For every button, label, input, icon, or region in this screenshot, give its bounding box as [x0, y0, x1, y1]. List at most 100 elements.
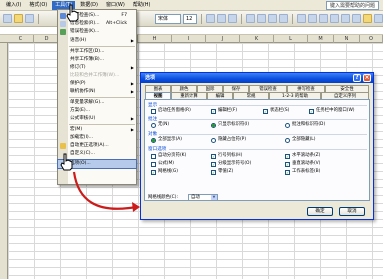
radio-comments-none[interactable]: 无(N)	[151, 122, 169, 128]
borders-icon[interactable]	[352, 14, 361, 23]
checkbox-windows-in-taskbar[interactable]: ✓ 任务栏中的窗口(W)	[309, 108, 355, 114]
menu-item-label: 错误检查(K)...	[70, 29, 100, 34]
tab-chart[interactable]: 图表	[145, 85, 171, 92]
checkbox-sheet-tabs[interactable]: ✓ 工作表标签(B)	[285, 169, 320, 175]
bold-icon[interactable]	[206, 14, 215, 23]
column-header[interactable]: N	[334, 35, 360, 43]
menu-item-compare-merge[interactable]: 比较和合并工作簿(W)...	[58, 72, 136, 80]
percent-icon[interactable]	[308, 14, 317, 23]
checkbox-status-bar[interactable]: ✓ 状态栏(S)	[263, 108, 289, 114]
chevron-down-icon[interactable]: ▼	[211, 195, 217, 200]
tab-error-checking[interactable]: 错误检查	[249, 85, 287, 92]
menu-item-autocorrect[interactable]: 自动更正选项(A)...	[58, 142, 136, 150]
dialog-titlebar[interactable]: 选项 ? ×	[141, 73, 373, 83]
open-icon[interactable]	[14, 14, 23, 23]
menu-item-options[interactable]: 选项(O)...	[57, 159, 137, 169]
help-search[interactable]: 键入需要帮助的问题	[322, 0, 383, 10]
menu-item-share-workbook[interactable]: 共享工作簿(B)...	[58, 56, 136, 64]
menu-item-online-collab[interactable]: 联机协作(N) ▶	[58, 88, 136, 96]
radio-comments-all[interactable]: 批注和标识符(D)	[285, 122, 325, 128]
column-header[interactable]: M	[308, 35, 334, 43]
menu-item-macro[interactable]: 宏(M) ▶	[58, 126, 136, 134]
view-tab-panel: 显示 启动任务窗格(R) ✓ 编辑栏(F) ✓ 状态栏(S) ✓ 任务栏中的窗口(W)…	[144, 99, 370, 201]
tab-international[interactable]: 国际	[197, 85, 223, 92]
checkbox-formulas[interactable]: 公式(M)	[151, 161, 174, 167]
menu-item-error-check[interactable]: 错误检查(K)...	[58, 28, 136, 36]
cancel-button[interactable]: 取消	[339, 207, 365, 216]
checkbox-box	[151, 154, 156, 159]
menu-item-research[interactable]: 信息检索(R)... Alt+Click	[58, 20, 136, 28]
font-size-select[interactable]: 12	[183, 13, 197, 24]
menu-item-customize[interactable]: 自定义(C)...	[58, 150, 136, 158]
checkbox-page-breaks[interactable]: 自动分页符(K)	[151, 153, 186, 159]
comma-icon[interactable]	[319, 14, 328, 23]
column-header[interactable]: J	[206, 35, 240, 43]
menu-item-protection[interactable]: 保护(P) ▶	[58, 80, 136, 88]
align-center-icon[interactable]	[257, 14, 266, 23]
column-header[interactable]: H	[138, 35, 172, 43]
ok-button[interactable]: 确定	[307, 207, 333, 216]
checkbox-startup-task-pane[interactable]: 启动任务窗格(R)	[151, 108, 191, 114]
checkbox-horizontal-scroll[interactable]: ✓ 水平滚动条(Z)	[285, 153, 320, 159]
fill-color-icon[interactable]	[363, 14, 372, 23]
decrease-indent-icon[interactable]	[341, 14, 350, 23]
menu-item-label: 选项(O)...	[70, 161, 91, 166]
checkbox-box: ✓	[211, 170, 216, 175]
menu-insert[interactable]: 编入(I)	[3, 1, 24, 10]
tab-custom-lists[interactable]: 自定义序列	[321, 92, 369, 99]
column-header[interactable]: K	[240, 35, 274, 43]
increase-indent-icon[interactable]	[330, 14, 339, 23]
option-label: 任务栏中的窗口(W)	[316, 108, 355, 113]
merge-center-icon[interactable]	[279, 14, 288, 23]
help-search-input[interactable]: 键入需要帮助的问题	[325, 0, 379, 10]
menu-item-spelling[interactable]: 拼写检查(S)... F7	[58, 12, 136, 20]
menu-item-addins[interactable]: 加载宏(I)...	[58, 134, 136, 142]
new-icon[interactable]	[3, 14, 12, 23]
align-left-icon[interactable]	[246, 14, 255, 23]
tab-spelling[interactable]: 拼写检查	[287, 85, 325, 92]
tab-calculation[interactable]: 重新计算	[171, 92, 207, 99]
checkbox-row-col-headers[interactable]: ✓ 行号列标(H)	[211, 153, 242, 159]
help-icon[interactable]: ?	[353, 74, 361, 82]
radio-objects-show-all[interactable]: 全部显示(A)	[151, 137, 182, 143]
checkbox-outline-symbols[interactable]: ✓ 分级显示符号(O)	[211, 161, 251, 167]
menu-item-scenarios[interactable]: 方案(E)...	[58, 107, 136, 115]
menu-separator	[69, 46, 135, 47]
column-header[interactable]: I	[172, 35, 206, 43]
menu-format[interactable]: 格式(O)	[26, 1, 50, 10]
checkbox-formula-bar[interactable]: ✓ 编辑栏(F)	[211, 108, 237, 114]
menu-item-speech[interactable]: 语音(H) ▶	[58, 37, 136, 45]
tab-color[interactable]: 颜色	[171, 85, 197, 92]
checkbox-vertical-scroll[interactable]: ✓ 垂直滚动条(V)	[285, 161, 320, 167]
close-icon[interactable]: ×	[363, 74, 371, 82]
tab-security[interactable]: 安全性	[325, 85, 369, 92]
column-header[interactable]: L	[274, 35, 308, 43]
radio-objects-placeholders[interactable]: 隐藏占位符(P)	[211, 137, 246, 143]
menu-item-track-changes[interactable]: 修订(T) ▶	[58, 64, 136, 72]
align-right-icon[interactable]	[268, 14, 277, 23]
checkbox-gridlines[interactable]: ✓ 网格线(G)	[151, 169, 178, 175]
menu-item-formula-auditing[interactable]: 公式审核(U) ▶	[58, 115, 136, 123]
tab-edit[interactable]: 编辑	[207, 92, 233, 99]
menu-item-label: 联机协作(N)	[70, 89, 96, 94]
section-window-options: 窗口选项	[148, 147, 167, 152]
tab-transition[interactable]: 1-2-3 的帮助	[269, 92, 321, 99]
tools-menu: 拼写检查(S)... F7 信息检索(R)... Alt+Click 错误检查(…	[57, 9, 137, 185]
gridline-color-select[interactable]: 自动 ▼	[188, 194, 218, 201]
tab-save[interactable]: 保存	[223, 85, 249, 92]
menu-item-label: 公式审核(U)	[70, 116, 96, 121]
italic-icon[interactable]	[217, 14, 226, 23]
radio-objects-hide-all[interactable]: 全部隐藏(L)	[285, 137, 315, 143]
underline-icon[interactable]	[228, 14, 237, 23]
font-name-select[interactable]: 宋体	[155, 13, 181, 24]
radio-comments-indicator[interactable]: 只显示标识符(I)	[211, 122, 249, 128]
checkbox-zero-values[interactable]: ✓ 零值(Z)	[211, 169, 233, 175]
font-color-icon[interactable]	[374, 14, 383, 23]
column-header[interactable]: O	[360, 35, 383, 43]
tab-general[interactable]: 常规	[233, 92, 269, 99]
menu-item-shared-workspace[interactable]: 共享工作区(D)...	[58, 48, 136, 56]
column-header[interactable]: C	[8, 35, 34, 43]
currency-icon[interactable]	[297, 14, 306, 23]
menu-item-goal-seek[interactable]: 单变量求解(G)...	[58, 99, 136, 107]
save-icon[interactable]	[25, 14, 34, 23]
